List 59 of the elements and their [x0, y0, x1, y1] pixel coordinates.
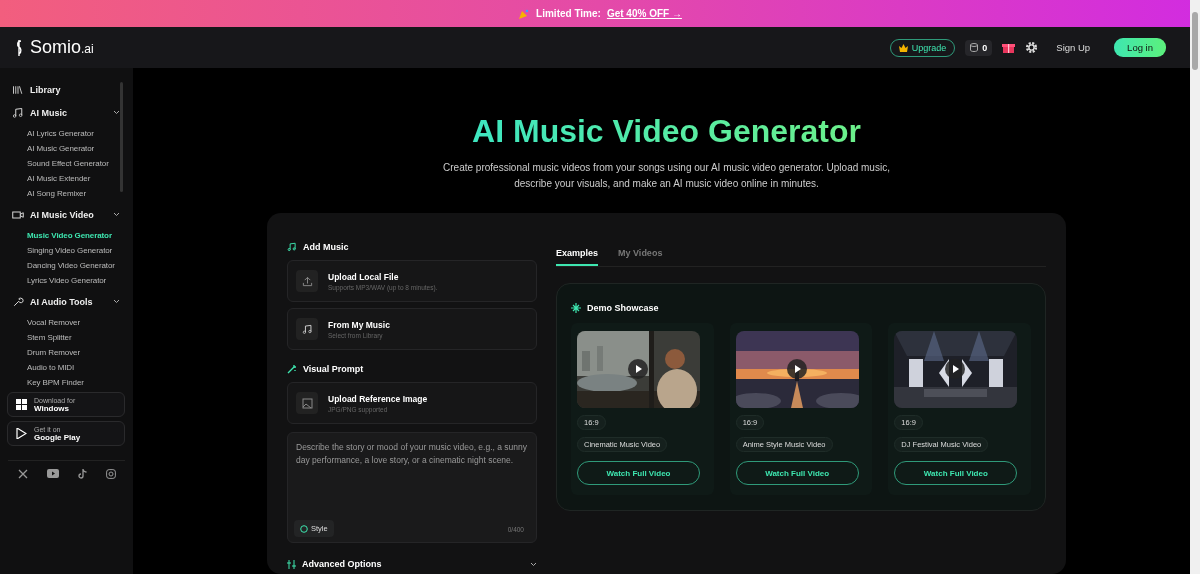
sidebar-item[interactable]: Lyrics Video Generator	[0, 275, 121, 286]
page-subtitle: Create professional music videos from your songs using our AI music video generator. Upload music, describe your visuals, and make an AI music video online in minutes.	[442, 161, 891, 191]
credits-badge[interactable]: 0	[965, 39, 993, 56]
sidebar-item[interactable]: Vocal Remover	[0, 317, 121, 328]
section-title: Visual Prompt	[303, 364, 364, 374]
sidebar-item[interactable]: Dancing Video Generator	[0, 260, 121, 271]
section-title: Demo Showcase	[587, 303, 659, 313]
sidebar-item[interactable]: Stem Splitter	[0, 332, 121, 343]
instagram-icon[interactable]	[105, 469, 116, 479]
section-title: Add Music	[303, 242, 349, 252]
sidebar-item[interactable]: AI Song Remixer	[0, 188, 121, 199]
tab[interactable]: My Videos	[618, 242, 663, 266]
sidebar-item[interactable]: AI Music Generator	[0, 143, 121, 154]
settings-icon[interactable]	[1025, 41, 1039, 54]
promo-label: Limited Time:	[536, 8, 601, 19]
sidebar-item[interactable]: Audio to MIDI	[0, 362, 121, 373]
sidebar-item[interactable]: AI Lyrics Generator	[0, 128, 121, 139]
image-icon	[301, 397, 313, 409]
promo-link[interactable]: Get 40% OFF →	[606, 8, 682, 19]
sidebar-item-icon	[12, 106, 24, 119]
sliders-icon	[287, 559, 296, 569]
sidebar-item[interactable]: AI Music Extender	[0, 173, 121, 184]
sidebar-item-icon	[12, 295, 24, 308]
youtube-icon[interactable]	[46, 469, 59, 478]
sidebar-item[interactable]: Drum Remover	[0, 347, 121, 358]
play-store-icon	[16, 428, 27, 439]
log-in-button[interactable]: Log in	[1114, 38, 1166, 57]
crown-icon	[898, 43, 908, 52]
play-icon[interactable]	[628, 359, 648, 379]
tab[interactable]: Examples	[556, 242, 599, 266]
sidebar-item[interactable]: Singing Video Generator	[0, 245, 121, 256]
upload-icon	[301, 275, 313, 287]
music-note-icon	[287, 242, 297, 252]
sidebar-item[interactable]: Key BPM Finder	[0, 377, 121, 388]
sidebar-scrollbar[interactable]	[120, 82, 123, 192]
sidebar-group[interactable]: AI Audio Tools	[0, 290, 120, 313]
sidebar-group[interactable]: AI Music	[0, 101, 120, 124]
gift-icon[interactable]	[1002, 41, 1016, 54]
sidebar-item-icon	[12, 208, 24, 221]
x-icon[interactable]	[17, 469, 28, 479]
music-note-icon	[301, 323, 313, 335]
logo[interactable]: Somio.ai	[30, 37, 94, 58]
party-popper-icon	[518, 7, 531, 20]
sidebar-group[interactable]: Library	[0, 78, 120, 101]
sign-up-button[interactable]: Sign Up	[1050, 41, 1097, 54]
chevron-icon[interactable]	[530, 561, 537, 567]
magic-wand-icon	[287, 364, 297, 374]
sidebar-group[interactable]: AI Music Video	[0, 203, 120, 226]
play-icon[interactable]	[945, 359, 966, 379]
sparkle-icon	[571, 303, 581, 313]
scrollbar[interactable]	[1190, 0, 1200, 574]
tiktok-icon[interactable]	[77, 469, 87, 479]
sidebar-item[interactable]: Music Video Generator	[0, 230, 121, 241]
advanced-options-toggle[interactable]: Advanced Options	[302, 559, 524, 569]
sidebar-item-icon	[12, 83, 24, 96]
logo-icon	[14, 38, 24, 57]
windows-icon	[16, 399, 27, 410]
play-icon[interactable]	[786, 359, 807, 379]
sidebar-item[interactable]: Sound Effect Generator	[0, 158, 121, 169]
